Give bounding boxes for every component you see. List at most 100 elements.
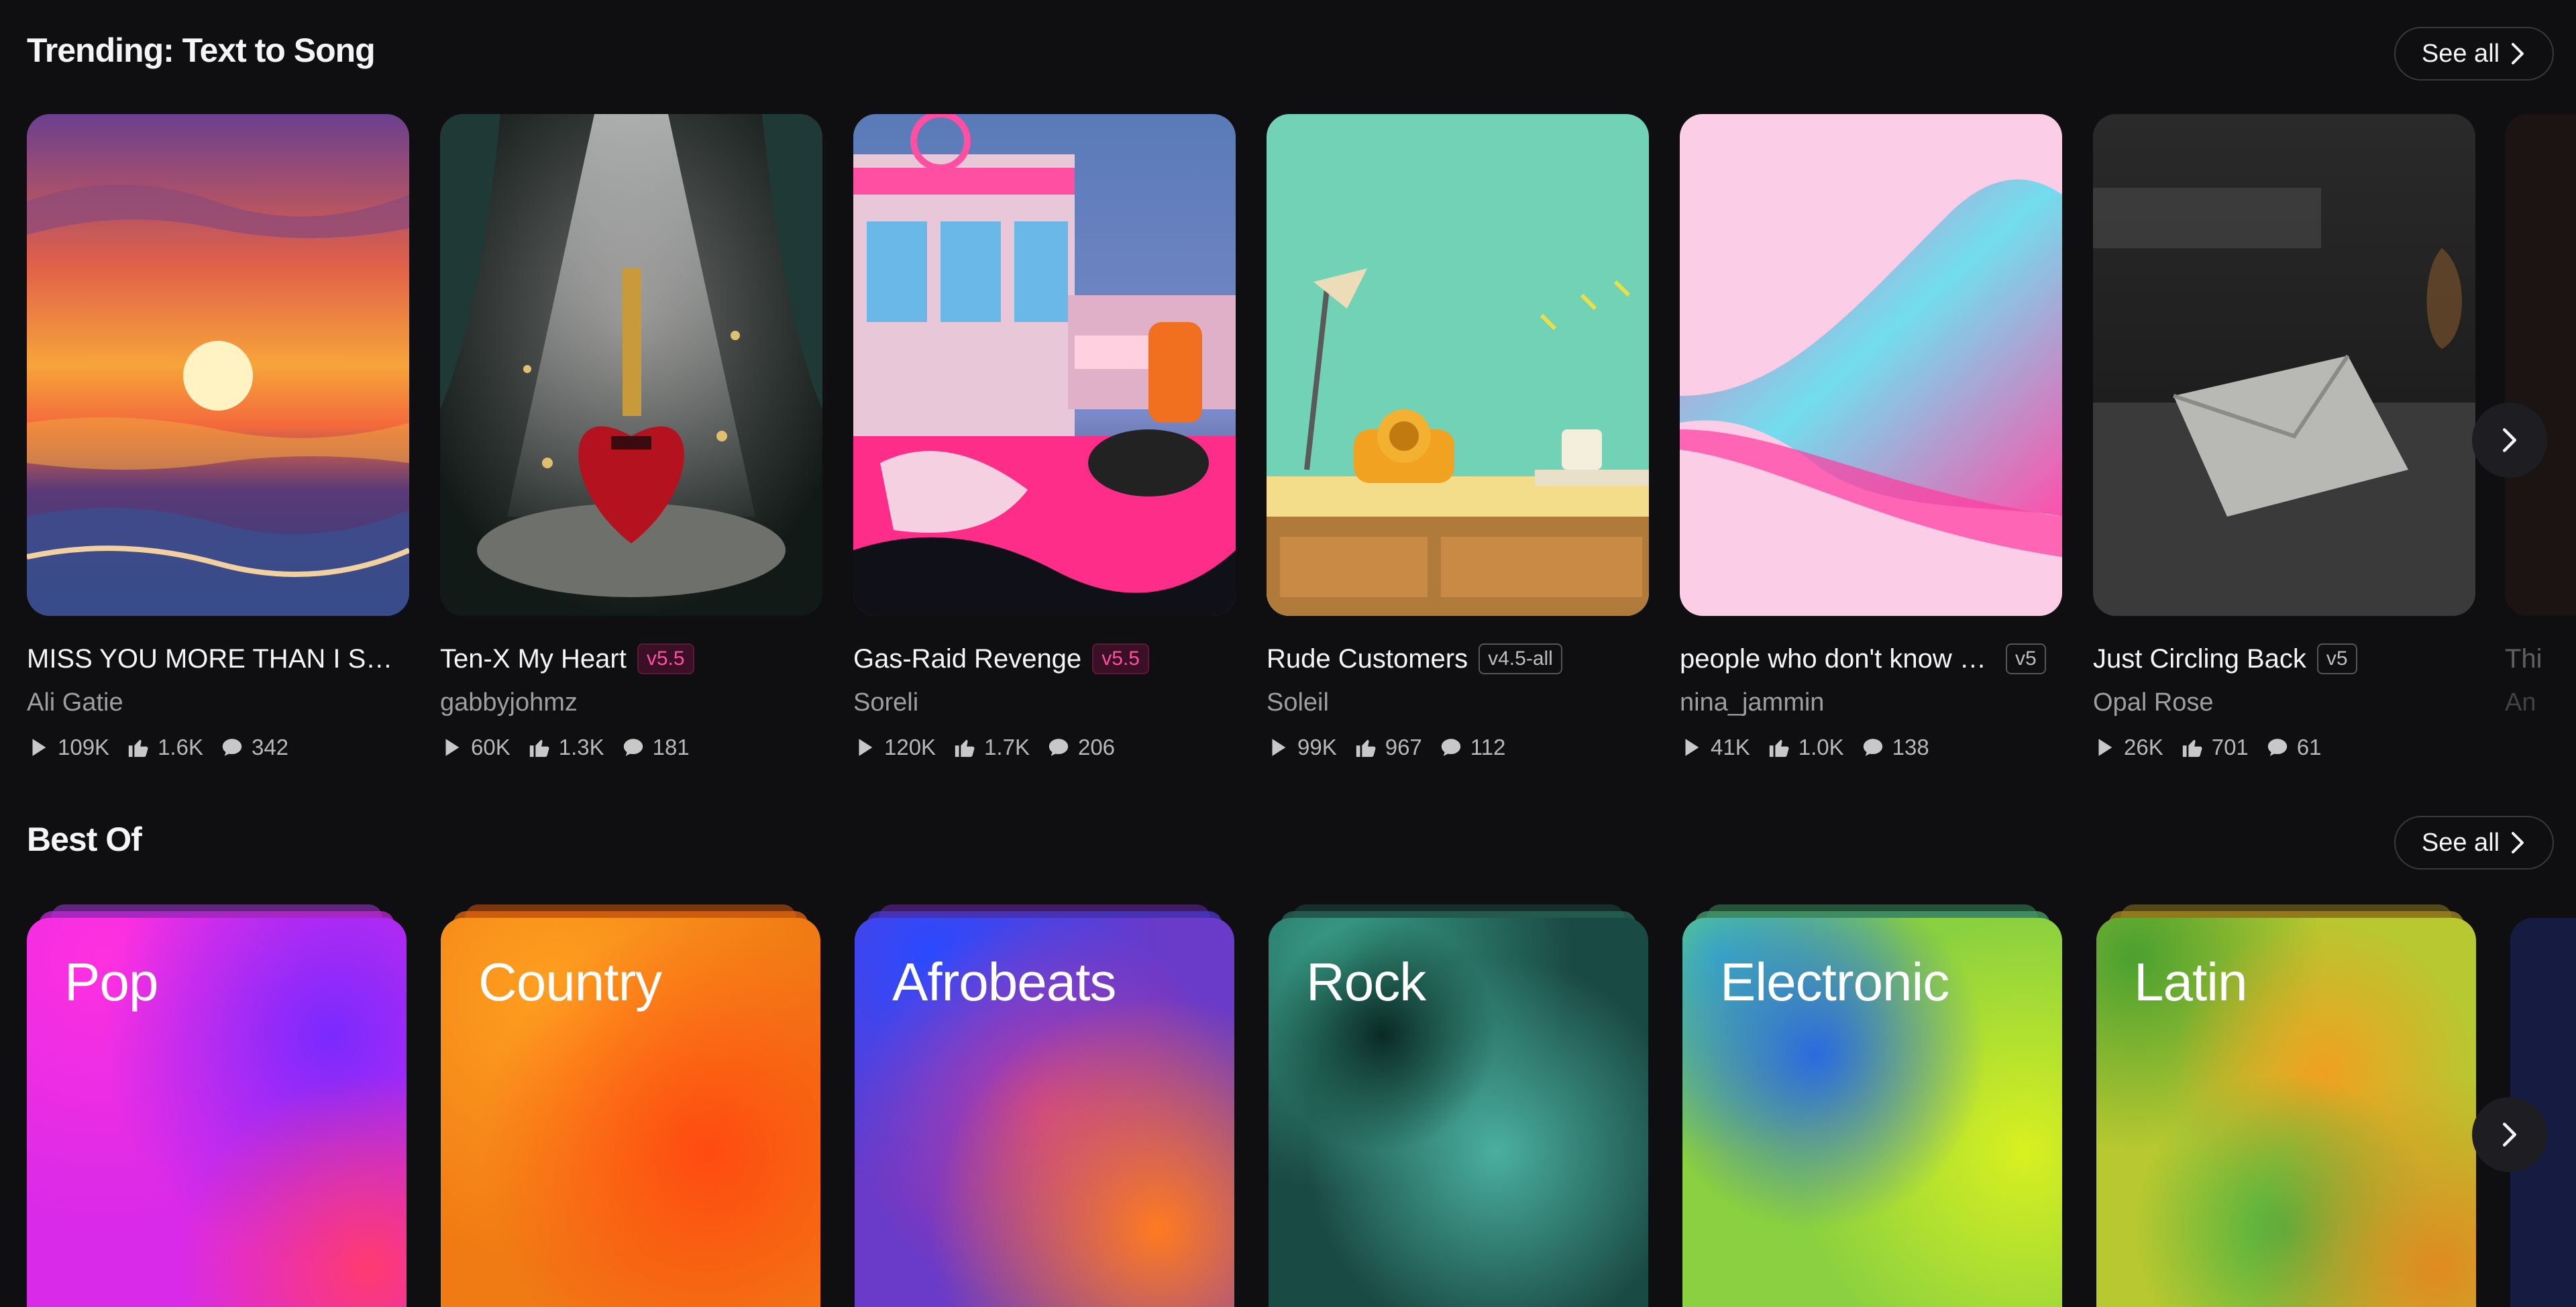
likes-count: 1.0K (1798, 735, 1844, 760)
chevron-right-icon (2503, 1122, 2516, 1147)
song-title[interactable]: Ten-X My Heart (440, 644, 627, 674)
genre-label: Rock (1306, 952, 1426, 1012)
likes-count: 1.7K (984, 735, 1030, 760)
comments-stat[interactable]: 206 (1047, 735, 1115, 760)
likes-stat[interactable]: 967 (1354, 735, 1422, 760)
thumbs-up-icon (955, 739, 975, 757)
carousel-next-button[interactable] (2472, 1097, 2547, 1172)
song-cover[interactable] (1680, 114, 2062, 616)
artist-name[interactable]: gabbyjohmz (440, 688, 822, 717)
song-stats: 109K 1.6K 342 (27, 735, 409, 760)
see-all-trending-button[interactable]: See all (2394, 27, 2554, 81)
chevron-right-icon (2512, 832, 2524, 853)
play-icon (32, 739, 46, 756)
comments-count: 342 (251, 735, 289, 760)
artist-name[interactable]: Opal Rose (2093, 688, 2475, 717)
thumbs-up-icon (529, 739, 549, 757)
see-all-label: See all (2421, 39, 2500, 68)
thumbs-up-icon (128, 739, 148, 757)
comment-icon (1863, 739, 1882, 756)
plays-count: 120K (884, 735, 936, 760)
song-cover[interactable] (440, 114, 822, 616)
song-stats: 26K 701 61 (2093, 735, 2475, 760)
artist-name[interactable]: Ali Gatie (27, 688, 409, 717)
play-icon (445, 739, 460, 756)
genre-card-pop[interactable]: Pop (27, 904, 407, 1307)
likes-count: 1.3K (558, 735, 604, 760)
comment-icon (2267, 739, 2287, 756)
genre-label: Country (478, 952, 662, 1012)
song-card[interactable]: Gas-Raid Revenge v5.5 Soreli 120K 1.7K 2… (853, 114, 1236, 760)
song-title[interactable]: MISS YOU MORE THAN I SHO... (27, 644, 402, 674)
comment-icon (623, 739, 643, 756)
version-badge: v5 (2006, 643, 2046, 674)
play-icon (2098, 739, 2112, 756)
genre-label: Afrobeats (892, 952, 1116, 1012)
likes-stat[interactable]: 701 (2181, 735, 2249, 760)
comments-stat[interactable]: 112 (1440, 735, 1506, 760)
song-card[interactable]: Just Circling Back v5 Opal Rose 26K 701 … (2093, 114, 2475, 760)
genre-card-latin[interactable]: Latin (2096, 904, 2476, 1307)
song-card[interactable]: people who don't know ho... v5 nina_jamm… (1680, 114, 2062, 760)
song-cover[interactable] (853, 114, 1236, 616)
play-icon (1685, 739, 1699, 756)
see-all-best-of-button[interactable]: See all (2394, 816, 2554, 870)
genre-card-rock[interactable]: Rock (1269, 904, 1648, 1307)
comments-stat[interactable]: 342 (221, 735, 288, 760)
song-stats: 41K 1.0K 138 (1680, 735, 2062, 760)
comments-stat[interactable]: 181 (622, 735, 690, 760)
likes-stat[interactable]: 1.6K (127, 735, 203, 760)
genre-card-electronic[interactable]: Electronic (1682, 904, 2062, 1307)
song-cover[interactable] (1267, 114, 1649, 616)
genre-label: Pop (64, 952, 158, 1012)
song-title[interactable]: Just Circling Back (2093, 644, 2306, 674)
plays-stat: 109K (27, 735, 109, 760)
genre-card-country[interactable]: Country (441, 904, 820, 1307)
chevron-right-icon (2512, 43, 2524, 64)
likes-count: 1.6K (158, 735, 203, 760)
song-cover[interactable] (2093, 114, 2475, 616)
genre-card-afrobeats[interactable]: Afrobeats (855, 904, 1234, 1307)
song-title[interactable]: people who don't know ho... (1680, 644, 1995, 674)
song-stats: 120K 1.7K 206 (853, 735, 1236, 760)
artist-name[interactable]: Soleil (1267, 688, 1649, 717)
plays-count: 60K (471, 735, 511, 760)
song-cover-peek[interactable] (2505, 114, 2576, 616)
likes-stat[interactable]: 1.7K (953, 735, 1030, 760)
plays-stat: 99K (1267, 735, 1337, 760)
version-badge: v5 (2316, 643, 2357, 674)
plays-count: 99K (1297, 735, 1337, 760)
see-all-label: See all (2421, 828, 2500, 857)
thumbs-up-icon (2182, 739, 2202, 757)
play-icon (859, 739, 873, 756)
artist-name[interactable]: nina_jammin (1680, 688, 2062, 717)
version-badge: v4.5-all (1479, 643, 1562, 674)
song-card[interactable]: Ten-X My Heart v5.5 gabbyjohmz 60K 1.3K … (440, 114, 822, 760)
carousel-next-button[interactable] (2472, 403, 2547, 478)
song-cover[interactable] (27, 114, 409, 616)
song-card[interactable]: Rude Customers v4.5-all Soleil 99K 967 1… (1267, 114, 1649, 760)
comments-count: 138 (1892, 735, 1929, 760)
comment-icon (1049, 739, 1069, 756)
section-title-trending: Trending: Text to Song (27, 32, 376, 69)
comments-stat[interactable]: 138 (1862, 735, 1929, 760)
plays-count: 109K (58, 735, 110, 760)
song-card[interactable]: MISS YOU MORE THAN I SHO... Ali Gatie 10… (27, 114, 409, 760)
plays-stat: 26K (2093, 735, 2163, 760)
artist-name[interactable]: Soreli (853, 688, 1236, 717)
likes-stat[interactable]: 1.3K (528, 735, 604, 760)
comment-icon (1441, 739, 1460, 756)
likes-stat[interactable]: 1.0K (1768, 735, 1844, 760)
song-title[interactable]: Gas-Raid Revenge (853, 644, 1081, 674)
comments-count: 112 (1470, 735, 1506, 760)
comments-stat[interactable]: 61 (2266, 735, 2322, 760)
song-title-peek[interactable]: Thi (2505, 644, 2542, 674)
genre-label: Latin (2134, 952, 2247, 1012)
plays-stat: 60K (440, 735, 511, 760)
section-title-best-of: Best Of (27, 821, 142, 858)
plays-count: 26K (2124, 735, 2163, 760)
version-badge: v5.5 (637, 643, 694, 674)
song-title[interactable]: Rude Customers (1267, 644, 1468, 674)
artist-name-peek[interactable]: An (2505, 688, 2576, 717)
plays-count: 41K (1711, 735, 1750, 760)
